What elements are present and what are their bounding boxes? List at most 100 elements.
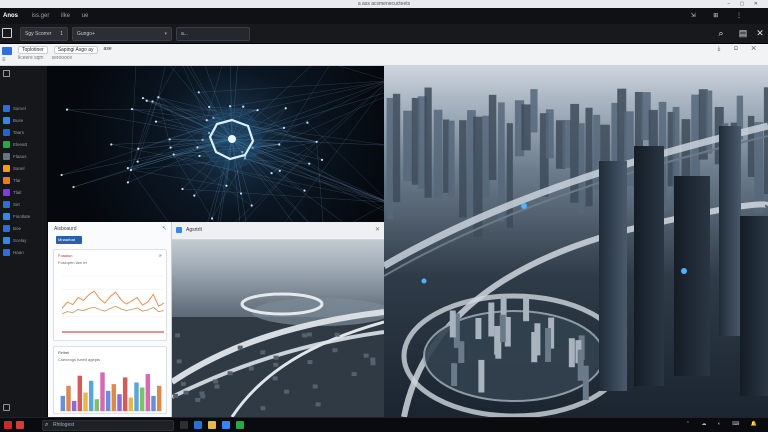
district-building (582, 365, 589, 401)
skyline-building (545, 109, 554, 159)
skyline-building (392, 93, 401, 203)
sidebar-item-icon (3, 237, 10, 244)
bar (100, 372, 105, 411)
line-chart-card: Foaalon Foslopen lam trt ⟳ (53, 249, 167, 341)
start-icon[interactable] (4, 421, 12, 429)
network-node (193, 194, 196, 197)
skyline-building (747, 115, 755, 177)
network-node (145, 99, 148, 102)
dashboard-title: Aisboaurd (54, 226, 77, 232)
panel-icon[interactable] (3, 70, 10, 77)
refresh-icon[interactable]: ⟳ (159, 253, 162, 258)
menu-item-2[interactable]: ilke (61, 13, 70, 19)
district-building (494, 325, 501, 355)
network-visualization (48, 66, 384, 222)
skyline-building (442, 119, 450, 193)
bar (60, 395, 66, 411)
os-title-bar: a ass acsmenecucteets – ▢ ✕ (0, 0, 768, 8)
path-field-value: a... (181, 31, 188, 37)
settings-icon[interactable] (3, 404, 10, 411)
network-node (225, 184, 228, 187)
menu-item-1[interactable]: iss.ger (32, 13, 50, 19)
aerial-block (260, 350, 266, 355)
network-link (158, 66, 166, 98)
sidebar-item-2[interactable]: Buse (3, 116, 45, 125)
dashboard-action-button[interactable]: Mnaarbat (56, 236, 82, 244)
sidebar-item-1[interactable]: Sarvel (3, 104, 45, 113)
sidebar-item-label: Buse (13, 118, 24, 123)
skyline-building (403, 110, 413, 182)
network-node (250, 204, 253, 207)
sidebar-item-icon (3, 153, 10, 160)
menu-item-3[interactable]: ue (82, 13, 89, 19)
path-field[interactable]: a... (176, 27, 250, 41)
line-chart (61, 275, 165, 333)
system-tray[interactable]: ⌃ ☁ ◐ ⌨ 🔔 (686, 421, 762, 427)
bar (66, 385, 71, 411)
aerial-block (195, 397, 201, 402)
sidebar-item-6[interactable]: Sanel (3, 164, 45, 173)
store-icon[interactable] (222, 421, 230, 429)
browser-icon[interactable] (194, 421, 202, 429)
taskbar-search[interactable]: ⌕ Rhtlogest (42, 420, 174, 431)
layout-toggle-icon[interactable] (2, 28, 12, 38)
close-icon[interactable]: ✕ (755, 28, 765, 38)
skyline-building (763, 87, 768, 195)
bar (134, 382, 139, 411)
scope-field[interactable]: Sgy Scorrer 1 (20, 27, 68, 41)
skyline-building (459, 120, 467, 218)
skyline-building (448, 120, 455, 198)
tab-1[interactable]: Toplotiner (18, 46, 48, 54)
taskview-icon[interactable] (180, 421, 188, 429)
skyline-building (578, 123, 585, 214)
sidebar-item-5[interactable]: Flaaus (3, 152, 45, 161)
app-icon-green[interactable] (236, 421, 244, 429)
sidebar-item-10[interactable]: Finotlate (3, 212, 45, 221)
sidebar-item-label: Taars (13, 130, 25, 135)
aerial-panel-header: Agsrtrlt ✕ (172, 222, 384, 240)
bar (83, 392, 88, 411)
sidebar-item-label: Sanel (13, 166, 25, 171)
folder-icon[interactable] (208, 421, 216, 429)
bar (105, 390, 111, 411)
sidebar-item-7[interactable]: Tlar (3, 176, 45, 185)
hamburger-icon[interactable]: ≡ (2, 57, 12, 63)
aerial-block (334, 332, 340, 337)
sidebar-item-9[interactable]: Sirt (3, 200, 45, 209)
network-node (60, 173, 63, 177)
close-icon[interactable]: ✕ (375, 226, 380, 233)
pin-icon[interactable]: ↖ (162, 225, 167, 232)
network-graph (60, 66, 384, 222)
sidebar-item-label: Tlar (13, 178, 21, 183)
sidebar-item-12[interactable]: Scelay (3, 236, 45, 245)
sidebar-item-3[interactable]: Taars (3, 128, 45, 137)
bar (88, 380, 94, 411)
aerial-block (315, 402, 321, 407)
district-building (523, 298, 530, 322)
network-link (244, 96, 384, 159)
menubar-tools[interactable]: ⇲ ⊞ ⋮ (691, 8, 750, 24)
bar (111, 384, 117, 411)
network-node (210, 217, 214, 220)
document-tabs-bar: ≡ Toplotiner Sapingi Asgo ay ase liceere… (0, 44, 768, 66)
sidebar-item-11[interactable]: Boe (3, 224, 45, 233)
window-controls[interactable]: – ▢ ✕ (728, 0, 762, 8)
skyline-building (530, 89, 538, 133)
search-icon[interactable]: ⌕ (716, 28, 726, 38)
network-node (239, 192, 243, 195)
sidebar-item-4[interactable]: Eleeatt (3, 140, 45, 149)
window-actions[interactable]: ⤓ ⊡ ✕ (718, 46, 762, 53)
sidebar-item-icon (3, 177, 10, 184)
app-icon-red[interactable] (16, 421, 24, 429)
sidebar-item-13[interactable]: Haan (3, 248, 45, 257)
split-view-icon[interactable]: ▤ (738, 28, 748, 38)
tab-extra[interactable]: ase (104, 46, 112, 54)
network-link (257, 81, 384, 111)
network-link (244, 158, 384, 203)
project-select[interactable]: Gungo+ ▾ (72, 27, 172, 41)
sidebar-item-8[interactable]: Tlait (3, 188, 45, 197)
district-building (449, 310, 456, 338)
card2-title: Flrtlrel (58, 350, 70, 355)
tab-2[interactable]: Sapingi Asgo ay (53, 46, 98, 54)
app-name: Anos (3, 13, 18, 19)
